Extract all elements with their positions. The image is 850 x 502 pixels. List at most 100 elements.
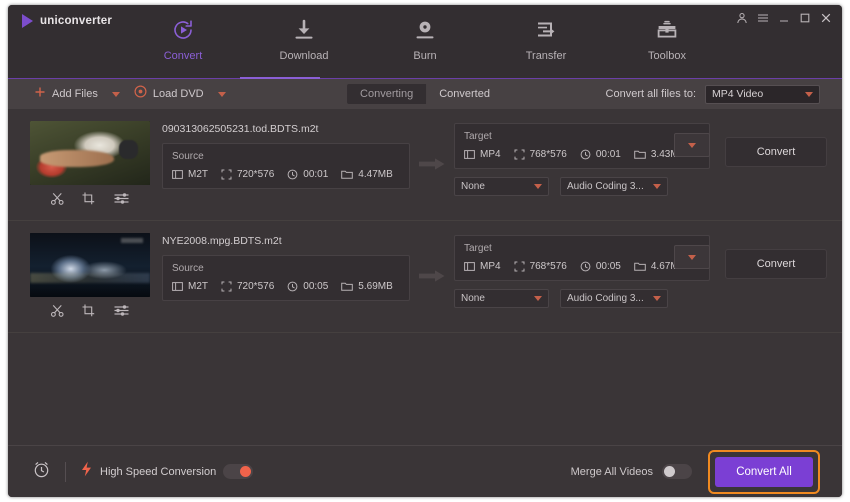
nav-item-toolbox[interactable]: Toolbox bbox=[624, 17, 710, 62]
video-thumbnail[interactable] bbox=[30, 233, 150, 297]
convert-cell: Convert bbox=[710, 109, 842, 167]
load-dvd-button[interactable]: Load DVD bbox=[134, 85, 204, 103]
nav-item-download[interactable]: Download bbox=[261, 17, 347, 62]
target-duration-value: 00:05 bbox=[595, 261, 621, 272]
nav-item-burn[interactable]: Burn bbox=[382, 17, 468, 62]
add-files-button[interactable]: Add Files bbox=[34, 85, 98, 103]
target-chips: MP4 768*576 00:05 4.67MB bbox=[464, 261, 685, 272]
nav-label: Burn bbox=[413, 50, 437, 62]
effect-icon[interactable] bbox=[113, 191, 130, 206]
audio-value: Audio Coding 3... bbox=[567, 293, 644, 304]
convert-all-to-label: Convert all files to: bbox=[605, 88, 696, 100]
add-files-dropdown-caret[interactable] bbox=[111, 91, 120, 97]
target-duration-value: 00:01 bbox=[595, 149, 621, 160]
trim-icon[interactable] bbox=[50, 303, 65, 318]
source-format-value: M2T bbox=[188, 169, 208, 180]
tab-converting[interactable]: Converting bbox=[347, 84, 427, 104]
source-format-chip: M2T bbox=[172, 281, 208, 292]
nav-label: Transfer bbox=[525, 50, 567, 62]
title-bar: uniconverter Convert Download Burn Trans… bbox=[8, 5, 842, 79]
toolbar-right: Convert all files to: MP4 Video bbox=[605, 84, 820, 104]
target-info: Target MP4 768*576 bbox=[454, 123, 710, 169]
file-name: 090313062505231.tod.BDTS.m2t bbox=[162, 123, 319, 135]
arrow-right-icon bbox=[419, 157, 445, 176]
file-list: 090313062505231.tod.BDTS.m2t Source M2T … bbox=[8, 109, 842, 445]
crop-icon[interactable] bbox=[81, 303, 96, 318]
target-format-value: MP4 bbox=[480, 149, 501, 160]
source-duration-value: 00:01 bbox=[303, 169, 329, 180]
merge-toggle[interactable] bbox=[662, 464, 692, 479]
transfer-icon bbox=[534, 17, 558, 43]
chevron-down-icon bbox=[805, 91, 813, 97]
source-format-value: M2T bbox=[188, 281, 208, 292]
source-duration-value: 00:05 bbox=[303, 281, 329, 292]
chevron-down-icon bbox=[688, 142, 696, 148]
target-settings-dropdown[interactable] bbox=[674, 245, 710, 269]
convert-button[interactable]: Convert bbox=[725, 137, 827, 167]
high-speed-label: High Speed Conversion bbox=[100, 465, 217, 478]
thumbnail-image bbox=[30, 233, 150, 297]
thumbnail-image bbox=[30, 121, 150, 185]
load-dvd-dropdown-caret[interactable] bbox=[217, 91, 226, 97]
target-cell: Target MP4 768*576 bbox=[454, 123, 710, 196]
target-settings-dropdown[interactable] bbox=[674, 133, 710, 157]
status-tabs: Converting Converted bbox=[347, 84, 503, 104]
arrow-right-icon bbox=[419, 269, 445, 288]
table-row[interactable]: NYE2008.mpg.BDTS.m2t Source M2T 720*576 bbox=[8, 221, 842, 333]
audio-select[interactable]: Audio Coding 3... bbox=[560, 177, 668, 196]
audio-value: Audio Coding 3... bbox=[567, 181, 644, 192]
target-label: Target bbox=[464, 243, 492, 254]
source-duration-chip: 00:01 bbox=[287, 169, 328, 180]
toolbox-icon bbox=[655, 17, 679, 43]
chevron-down-icon bbox=[534, 296, 542, 301]
output-format-select[interactable]: MP4 Video bbox=[705, 84, 820, 104]
convert-icon bbox=[171, 17, 195, 43]
source-info: Source M2T 720*576 00:01 4.47MB bbox=[162, 143, 410, 189]
source-size-chip: 4.47MB bbox=[341, 169, 393, 180]
toolbar: Add Files Load DVD Converting Converted … bbox=[8, 79, 842, 109]
subtitle-value: None bbox=[461, 293, 485, 304]
subtitle-select[interactable]: None bbox=[454, 177, 549, 196]
convert-button[interactable]: Convert bbox=[725, 249, 827, 279]
nav-item-convert[interactable]: Convert bbox=[140, 17, 226, 62]
convert-all-button[interactable]: Convert All bbox=[715, 456, 813, 487]
arrow-cell bbox=[410, 109, 454, 197]
audio-select[interactable]: Audio Coding 3... bbox=[560, 289, 668, 308]
stream-selects: None Audio Coding 3... bbox=[454, 177, 710, 196]
chevron-down-icon bbox=[653, 296, 661, 301]
source-label: Source bbox=[172, 263, 204, 274]
source-resolution-chip: 720*576 bbox=[221, 169, 274, 180]
add-files-label: Add Files bbox=[52, 88, 98, 100]
high-speed-toggle[interactable] bbox=[223, 464, 254, 479]
source-chips: M2T 720*576 00:05 5.69MB bbox=[172, 281, 400, 292]
source-format-chip: M2T bbox=[172, 169, 208, 180]
target-label: Target bbox=[464, 131, 492, 142]
effect-icon[interactable] bbox=[113, 303, 130, 318]
target-format-value: MP4 bbox=[480, 261, 501, 272]
file-name: NYE2008.mpg.BDTS.m2t bbox=[162, 235, 282, 247]
footer-right: Merge All Videos Convert All bbox=[571, 449, 820, 494]
nav-label: Convert bbox=[163, 50, 203, 62]
subtitle-select[interactable]: None bbox=[454, 289, 549, 308]
edit-tools bbox=[30, 185, 150, 211]
table-row[interactable]: 090313062505231.tod.BDTS.m2t Source M2T … bbox=[8, 109, 842, 221]
divider bbox=[65, 461, 66, 482]
crop-icon[interactable] bbox=[81, 191, 96, 206]
video-thumbnail[interactable] bbox=[30, 121, 150, 185]
main-nav: Convert Download Burn Transfer Toolbox bbox=[8, 17, 842, 62]
target-cell: Target MP4 768*576 bbox=[454, 235, 710, 308]
high-speed-conversion: High Speed Conversion bbox=[80, 461, 254, 482]
chevron-down-icon bbox=[688, 254, 696, 260]
tab-converted[interactable]: Converted bbox=[426, 84, 503, 104]
source-size-value: 5.69MB bbox=[358, 281, 393, 292]
edit-tools bbox=[30, 297, 150, 323]
trim-icon[interactable] bbox=[50, 191, 65, 206]
disc-icon bbox=[134, 85, 147, 103]
nav-item-transfer[interactable]: Transfer bbox=[503, 17, 589, 62]
load-dvd-label: Load DVD bbox=[152, 88, 204, 100]
alarm-clock-icon[interactable] bbox=[32, 460, 51, 484]
source-info: Source M2T 720*576 00:05 5.69MB bbox=[162, 255, 410, 301]
convert-cell: Convert bbox=[710, 221, 842, 279]
chevron-down-icon bbox=[534, 184, 542, 189]
toolbar-left: Add Files Load DVD bbox=[34, 85, 226, 103]
